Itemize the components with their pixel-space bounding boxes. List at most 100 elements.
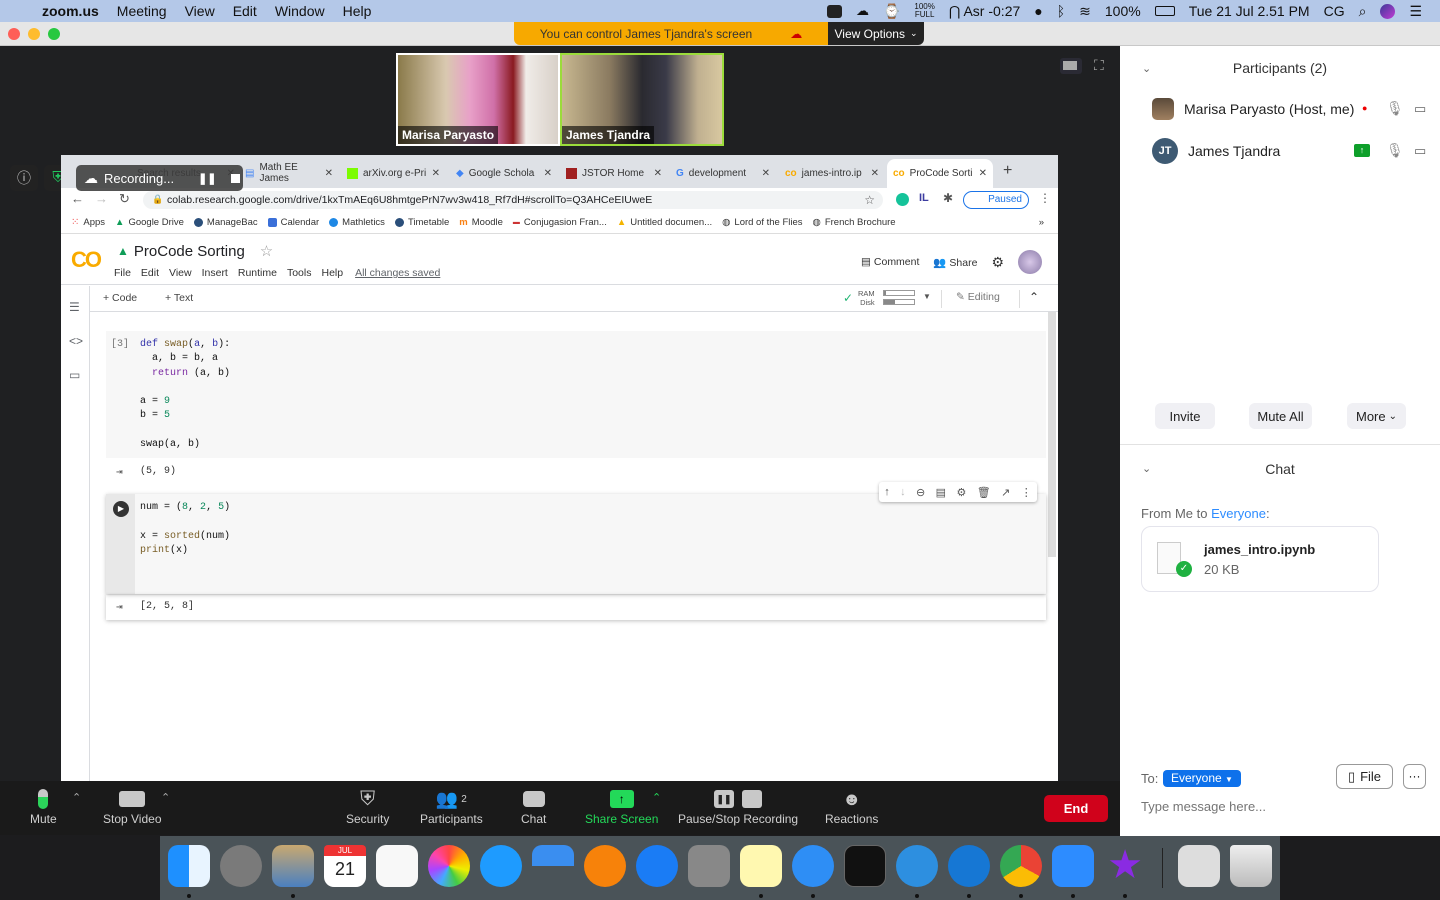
more-bookmarks-button[interactable]: »: [1039, 217, 1044, 228]
files-folder-icon[interactable]: ▭: [69, 368, 80, 382]
fullscreen-icon[interactable]: ⛶: [1094, 57, 1104, 74]
minimize-window-button[interactable]: [28, 28, 40, 40]
save-status-link[interactable]: All changes saved: [355, 267, 440, 279]
bookmark-google-drive[interactable]: ▲ Google Drive: [115, 217, 184, 228]
close-tab-icon[interactable]: ✕: [979, 168, 987, 179]
close-tab-icon[interactable]: ✕: [762, 168, 770, 179]
menu-meeting[interactable]: Meeting: [117, 3, 167, 19]
ram-meter[interactable]: [883, 290, 915, 296]
video-camera-icon[interactable]: ▭: [1414, 101, 1426, 117]
browser-tab[interactable]: arXiv.org e-Pri ✕: [341, 162, 446, 184]
stop-recording-icon[interactable]: [230, 173, 240, 183]
new-tab-icon[interactable]: +: [1003, 162, 1012, 180]
send-file-button[interactable]: ▯ File: [1336, 764, 1393, 789]
control-center-icon[interactable]: ☰: [1409, 3, 1422, 20]
user-initials[interactable]: CG: [1324, 3, 1345, 19]
close-tab-icon[interactable]: ✕: [544, 168, 552, 179]
menu-edit[interactable]: Edit: [233, 3, 257, 19]
browser-tab[interactable]: ▤ Math EE James ✕: [239, 162, 339, 184]
tweetbot-icon[interactable]: [896, 845, 938, 887]
menu-help[interactable]: Help: [343, 3, 372, 19]
safari-icon[interactable]: [792, 845, 834, 887]
clock[interactable]: Tue 21 Jul 2.51 PM: [1189, 3, 1310, 19]
menu-view[interactable]: View: [169, 267, 192, 279]
launchpad-icon[interactable]: [220, 845, 262, 887]
disk-meter[interactable]: [883, 299, 915, 305]
notes-icon[interactable]: [740, 845, 782, 887]
battery-icon[interactable]: [1154, 6, 1175, 16]
mute-button[interactable]: Mute: [30, 786, 57, 826]
app-store-icon[interactable]: [636, 845, 678, 887]
browser-tab[interactable]: ◆ Google Schola ✕: [450, 162, 558, 184]
menu-insert[interactable]: Insert: [202, 267, 228, 279]
code-editor[interactable]: def swap(a, b): a, b = b, a return (a, b…: [140, 338, 230, 452]
chat-recipient[interactable]: Everyone: [1211, 506, 1266, 521]
extension-icon[interactable]: IL: [919, 192, 929, 204]
code-cell[interactable]: [3] def swap(a, b): a, b = b, a return (…: [106, 331, 1046, 458]
microphone-icon[interactable]: 🎙: [1386, 100, 1404, 117]
close-tab-icon[interactable]: ✕: [432, 168, 440, 179]
star-icon[interactable]: ☆: [260, 242, 273, 260]
bookmark-star-icon[interactable]: ☆: [864, 193, 875, 207]
colab-logo[interactable]: CO: [71, 247, 102, 273]
stop-video-button[interactable]: Stop Video: [103, 786, 162, 826]
menu-view[interactable]: View: [185, 3, 215, 19]
share-screen-button[interactable]: ↑ Share Screen: [585, 786, 658, 826]
file-message-card[interactable]: ✓ james_intro.ipynb 20 KB: [1141, 526, 1379, 592]
settings-gear-icon[interactable]: ⚙: [991, 254, 1004, 271]
close-window-button[interactable]: [8, 28, 20, 40]
bluetooth-icon[interactable]: ᛒ: [1057, 3, 1065, 19]
bookmark-managebac[interactable]: ManageBac: [193, 217, 258, 228]
downloads-stack-icon[interactable]: [1178, 845, 1220, 887]
pause-stop-recording-button[interactable]: ❚❚ Pause/Stop Recording: [678, 786, 798, 826]
table-of-contents-icon[interactable]: ☰: [69, 300, 80, 314]
close-tab-icon[interactable]: ✕: [325, 168, 333, 179]
profile-paused-button[interactable]: Paused: [963, 191, 1029, 209]
video-tile-marisa[interactable]: Marisa Paryasto: [396, 53, 560, 146]
user-avatar[interactable]: [1018, 250, 1042, 274]
video-options-caret-icon[interactable]: ⌃: [161, 791, 170, 804]
move-up-icon[interactable]: ↑: [884, 486, 890, 498]
bookmark-lord-of-flies[interactable]: ◍ Lord of the Flies: [722, 217, 802, 228]
menu-tools[interactable]: Tools: [287, 267, 312, 279]
participant-row[interactable]: JT James Tjandra ↑ 🎙 ▭: [1152, 136, 1432, 166]
menu-window[interactable]: Window: [275, 3, 325, 19]
back-icon[interactable]: ←: [71, 191, 84, 206]
trash-icon[interactable]: [1230, 845, 1272, 887]
open-external-icon[interactable]: ↗: [1001, 486, 1010, 499]
code-editor[interactable]: num = (8, 2, 5) x = sorted(num) print(x): [140, 501, 230, 558]
resources-dropdown-icon[interactable]: ▼: [923, 292, 931, 301]
run-cell-button[interactable]: ▶: [113, 501, 129, 517]
browser-tab[interactable]: Gdevelopment ✕: [670, 162, 776, 184]
shared-screen[interactable]: Search results✕ ▤Math EE James✕ arXiv.or…: [61, 155, 1058, 781]
code-snippets-icon[interactable]: <>: [69, 334, 83, 348]
bookmark-apps[interactable]: ⁙ Apps: [71, 217, 105, 228]
system-preferences-icon[interactable]: [688, 845, 730, 887]
delete-icon[interactable]: 🗑: [977, 486, 991, 499]
pause-recording-icon[interactable]: ❚❚: [198, 172, 216, 185]
spotlight-icon[interactable]: ⌕: [1359, 3, 1367, 20]
share-options-caret-icon[interactable]: ⌃: [652, 791, 661, 804]
notebook-title[interactable]: ProCode Sorting: [134, 243, 245, 260]
security-button[interactable]: ⛨ Security: [346, 786, 389, 827]
battery-widget-icon[interactable]: ⌚: [883, 3, 900, 20]
video-tile-james[interactable]: James Tjandra: [560, 53, 724, 146]
prayer-time[interactable]: ⋂ Asr -0:27: [949, 3, 1020, 20]
code-cell-selected[interactable]: ▶ num = (8, 2, 5) x = sorted(num) print(…: [106, 494, 1046, 594]
bookmark-mathletics[interactable]: Mathletics: [329, 217, 385, 228]
chrome-icon[interactable]: [1000, 845, 1042, 887]
invite-button[interactable]: Invite: [1155, 403, 1215, 429]
messages-icon[interactable]: [480, 845, 522, 887]
preview-icon[interactable]: [272, 845, 314, 887]
gallery-layout-icon[interactable]: [1060, 58, 1082, 74]
video-camera-icon[interactable]: ▭: [1414, 143, 1426, 159]
grammarly-icon[interactable]: [896, 193, 909, 206]
add-text-button[interactable]: + Text: [165, 292, 193, 304]
more-button[interactable]: More ⌄: [1347, 403, 1406, 429]
messenger-icon[interactable]: [948, 845, 990, 887]
end-meeting-button[interactable]: End: [1044, 795, 1108, 822]
participant-row[interactable]: Marisa Paryasto (Host, me) ● 🎙 ▭: [1152, 94, 1432, 124]
link-icon[interactable]: ⊖: [916, 486, 925, 499]
photos-icon[interactable]: [428, 845, 470, 887]
bookmark-timetable[interactable]: Timetable: [394, 217, 449, 228]
